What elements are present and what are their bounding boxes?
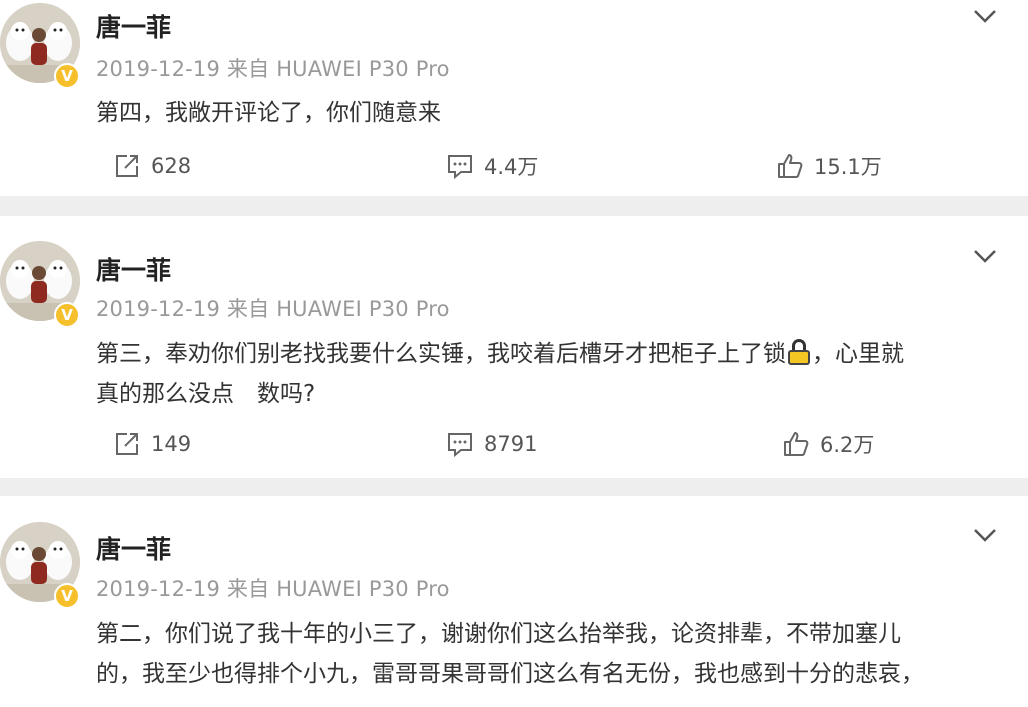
- post-2: V 唐一菲 2019-12-19 来自 HUAWEI P30 Pro 第三，奉劝…: [0, 216, 1028, 478]
- post-text-line: 的，我至少也得排个小九，雷哥哥果哥哥们这么有名无份，我也感到十分的悲哀，: [96, 661, 924, 687]
- thumbs-up-icon: [784, 432, 809, 456]
- post-1: V 唐一菲 2019-12-19 来自 HUAWEI P30 Pro 第四，我敞…: [0, 0, 1028, 196]
- post-text-line: 第三，奉劝你们别老找我要什么实锤，我咬着后槽牙才把柜子上了锁: [96, 341, 786, 367]
- chevron-down-icon[interactable]: [972, 246, 998, 266]
- chevron-down-icon[interactable]: [972, 6, 998, 26]
- post-text-line: ，心里就: [812, 341, 904, 367]
- post-3: V 唐一菲 2019-12-19 来自 HUAWEI P30 Pro 第二，你们…: [0, 496, 1028, 707]
- verified-badge: V: [54, 63, 80, 89]
- like-count: 6.2万: [820, 433, 875, 457]
- chevron-down-icon[interactable]: [972, 525, 998, 545]
- comment-count: 8791: [484, 432, 538, 456]
- comment-button[interactable]: 4.4万: [446, 150, 538, 182]
- lock-emoji-icon: [788, 339, 810, 365]
- comment-icon: [448, 155, 472, 180]
- post-divider: [0, 478, 1028, 496]
- repost-icon: [116, 155, 138, 177]
- post-meta: 2019-12-19 来自 HUAWEI P30 Pro: [96, 57, 450, 81]
- repost-icon: [116, 433, 138, 455]
- post-meta: 2019-12-19 来自 HUAWEI P30 Pro: [96, 297, 450, 321]
- comment-button[interactable]: 8791: [446, 428, 537, 460]
- user-name[interactable]: 唐一菲: [96, 251, 171, 287]
- repost-button[interactable]: 149: [113, 428, 191, 460]
- user-name[interactable]: 唐一菲: [96, 530, 171, 566]
- repost-count: 628: [151, 154, 192, 178]
- post-text-line: 第四，我敞开评论了，你们随意来: [96, 100, 441, 126]
- like-button[interactable]: 15.1万: [776, 150, 882, 182]
- comment-count: 4.4万: [484, 155, 539, 179]
- verified-badge: V: [54, 302, 80, 328]
- post-divider: [0, 196, 1028, 216]
- verified-badge: V: [54, 583, 80, 609]
- like-count: 15.1万: [814, 155, 882, 179]
- like-button[interactable]: 6.2万: [782, 428, 874, 460]
- repost-count: 149: [151, 432, 192, 456]
- post-text-line: 真的那么没点 数吗?: [96, 381, 316, 407]
- post-text: 第三，奉劝你们别老找我要什么实锤，我咬着后槽牙才把柜子上了锁 ，心里就 真的那么没…: [96, 334, 996, 414]
- thumbs-up-icon: [778, 154, 803, 178]
- post-meta: 2019-12-19 来自 HUAWEI P30 Pro: [96, 577, 450, 601]
- post-text: 第四，我敞开评论了，你们随意来: [96, 93, 996, 133]
- post-text-line: 第二，你们说了我十年的小三了，谢谢你们这么抬举我，论资排辈，不带加塞儿: [96, 621, 901, 647]
- comment-icon: [448, 433, 472, 458]
- user-name[interactable]: 唐一菲: [96, 8, 171, 44]
- post-text: 第二，你们说了我十年的小三了，谢谢你们这么抬举我，论资排辈，不带加塞儿 的，我至…: [96, 614, 996, 694]
- repost-button[interactable]: 628: [113, 150, 191, 182]
